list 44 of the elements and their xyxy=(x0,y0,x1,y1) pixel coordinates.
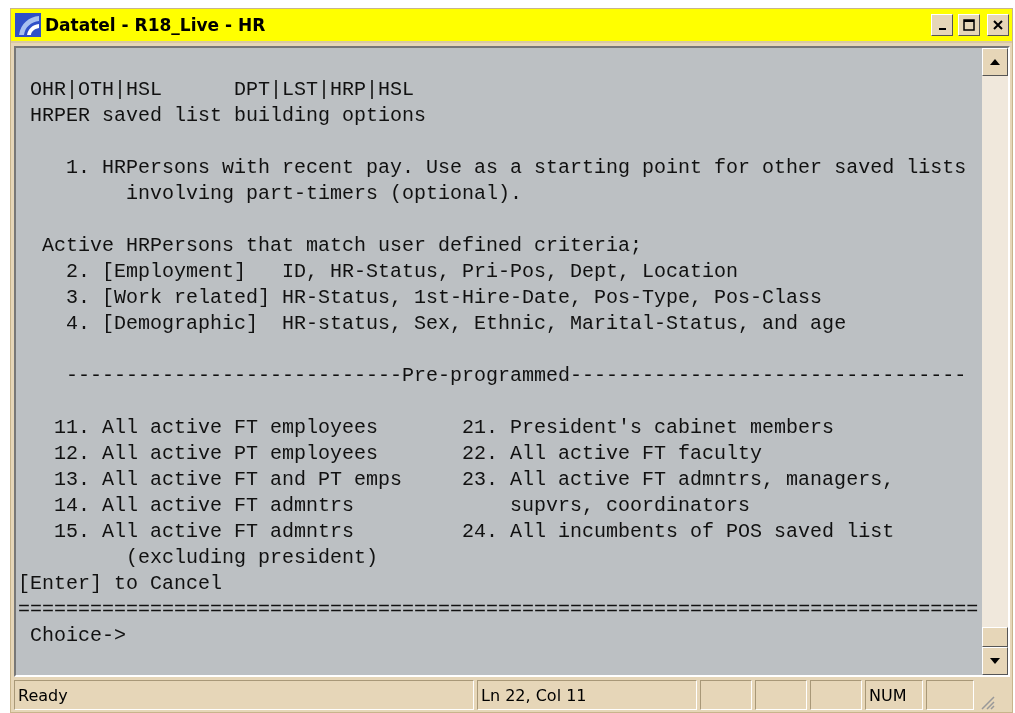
menu-option: 3. [Work related] HR-Status, 1st-Hire-Date, Pos-Type, Pos-Class xyxy=(18,285,982,311)
menu-option: 22. All active FT faculty xyxy=(462,441,895,467)
cancel-hint: [Enter] to Cancel xyxy=(18,571,224,597)
menu-option: 13. All active FT and PT emps xyxy=(54,467,463,493)
close-button[interactable] xyxy=(987,14,1009,36)
status-message: Ready xyxy=(14,680,474,710)
menu-option-continuation: involving part-timers (optional). xyxy=(125,181,524,207)
cursor-position: Ln 22, Col 11 xyxy=(477,680,697,710)
choice-prompt: Choice-> xyxy=(29,623,127,649)
menu-option: 12. All active PT employees xyxy=(54,441,463,467)
maximize-icon xyxy=(962,18,976,32)
menu-option: 14. All active FT admntrs xyxy=(54,493,463,519)
menu-option: 21. President's cabinet members xyxy=(462,415,895,441)
status-pane xyxy=(755,680,807,710)
minimize-icon xyxy=(938,28,946,30)
criteria-heading: Active HRPersons that match user defined criteria; xyxy=(41,233,644,259)
menu-option: 15. All active FT admntrs xyxy=(54,519,463,545)
screen-heading: HRPER saved list building options xyxy=(29,103,428,129)
section-divider: ----------------------------Pre-programmed--------------------------------- xyxy=(65,363,968,389)
window-title: Datatel - R18_Live - HR xyxy=(45,15,267,35)
menu-option: 4. [Demographic] HR-status, Sex, Ethnic, Marital-Status, and age xyxy=(18,311,982,337)
status-pane xyxy=(700,680,752,710)
menu-option: 11. All active FT employees xyxy=(54,415,463,441)
menu-option-continuation: (excluding president) xyxy=(125,545,380,571)
status-pane xyxy=(810,680,862,710)
menu-option: 24. All incumbents of POS saved list xyxy=(462,519,895,545)
menu-option: 23. All active FT admntrs, managers, xyxy=(462,467,895,493)
separator-line: ================================================================================ xyxy=(18,597,980,623)
num-lock-indicator: NUM xyxy=(865,680,923,710)
menu-option: 1. HRPersons with recent pay. Use as a starting point for other saved lists xyxy=(18,155,982,181)
down-arrow-icon xyxy=(990,658,1000,664)
scroll-up-button[interactable] xyxy=(982,48,1008,76)
menu-option: 2. [Employment] ID, HR-Status, Pri-Pos, Dept, Location xyxy=(18,259,982,285)
app-icon xyxy=(15,13,41,37)
scroll-down-button[interactable] xyxy=(982,647,1008,675)
menu-path: OHR|OTH|HSL xyxy=(30,77,164,103)
scrollbar-thumb[interactable] xyxy=(982,627,1008,647)
status-pane xyxy=(926,680,974,710)
menu-option-continuation: supvrs, coordinators xyxy=(509,493,752,519)
close-icon xyxy=(991,18,1005,32)
minimize-button[interactable] xyxy=(931,14,953,36)
menu-path: DPT|LST|HRP|HSL xyxy=(234,77,415,103)
up-arrow-icon xyxy=(990,59,1000,65)
maximize-button[interactable] xyxy=(958,14,980,36)
